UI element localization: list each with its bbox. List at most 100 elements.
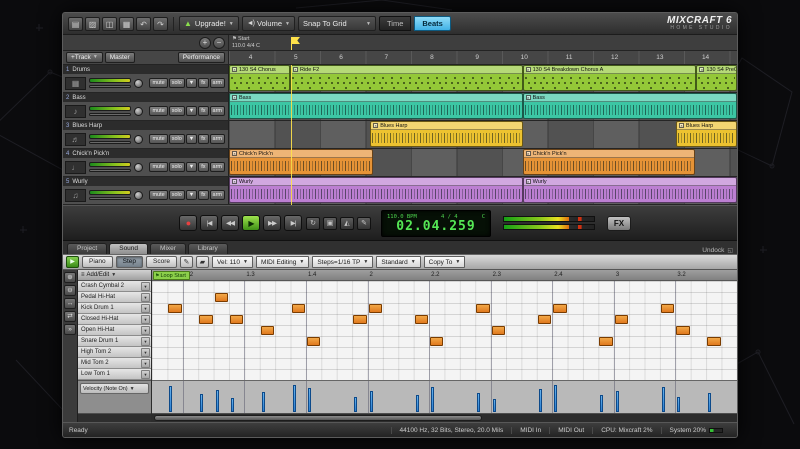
velocity-bar[interactable]	[677, 397, 680, 412]
pan-slider[interactable]	[89, 113, 131, 116]
track-arm-button[interactable]: arm	[210, 134, 225, 144]
track-solo-button[interactable]: solo	[169, 162, 185, 172]
midi-note[interactable]	[369, 304, 382, 313]
zoom-in-icon[interactable]: ⊕	[64, 272, 76, 283]
velocity-bar[interactable]	[200, 394, 203, 412]
clip-close-icon[interactable]: ×	[373, 123, 378, 128]
fx-button[interactable]: FX	[607, 216, 631, 231]
clip[interactable]: ×Ride F2	[290, 65, 523, 91]
clip-close-icon[interactable]: ×	[526, 179, 531, 184]
track-lane[interactable]: ×130 S4 Chorus×Ride F2×130 S4 Breakdown …	[229, 65, 737, 92]
track-mute-button[interactable]: mute	[149, 162, 167, 172]
track-lane[interactable]: ×Bass×Bass	[229, 93, 737, 120]
velocity-bar[interactable]	[354, 397, 357, 412]
start-marker[interactable]: ⚑Start 110.0 4/4 C	[232, 36, 260, 50]
clip-close-icon[interactable]: ×	[232, 179, 237, 184]
step-mode-button[interactable]: Step	[116, 256, 143, 268]
clip[interactable]: ×130 S4 Chorus	[229, 65, 290, 91]
midi-note[interactable]	[476, 304, 489, 313]
clip[interactable]: ×130 S4 PreC	[696, 65, 737, 91]
chevron-down-icon[interactable]: ▼	[141, 304, 150, 313]
chevron-down-icon[interactable]: ▼	[141, 348, 150, 357]
midi-note[interactable]	[353, 315, 366, 324]
clip-close-icon[interactable]: ×	[232, 95, 237, 100]
chevron-down-icon[interactable]: ▼	[141, 315, 150, 324]
automation-button[interactable]: ✎	[357, 217, 371, 230]
pan-slider[interactable]	[89, 85, 131, 88]
eraser-icon[interactable]: ▰	[196, 256, 209, 268]
tab-project[interactable]: Project	[67, 243, 107, 254]
track-mute-button[interactable]: mute	[149, 190, 167, 200]
play-button[interactable]: ▶	[242, 215, 260, 231]
track-fx-button[interactable]: fx	[198, 190, 208, 200]
track-dropdown-button[interactable]: ▼	[186, 162, 197, 172]
master-button[interactable]: Master	[105, 52, 135, 63]
midi-note[interactable]	[707, 337, 720, 346]
velocity-bar[interactable]	[616, 391, 619, 412]
velocity-bar[interactable]	[539, 389, 542, 412]
loop-button[interactable]: ↻	[306, 217, 320, 230]
note-grid[interactable]	[152, 281, 737, 380]
velocity-bar[interactable]	[216, 390, 219, 412]
clip[interactable]: ×Blues Harp	[370, 121, 522, 147]
track-lane[interactable]: ×Blues Harp×Blues Harp	[229, 121, 737, 148]
tab-mixer[interactable]: Mixer	[150, 243, 186, 254]
new-project-icon[interactable]: ▤	[68, 17, 83, 31]
track-fx-button[interactable]: fx	[198, 134, 208, 144]
clip[interactable]: ×Bass	[523, 93, 737, 119]
volume-dropdown[interactable]: ◄) Volume ▼	[242, 16, 295, 31]
track-solo-button[interactable]: solo	[169, 78, 185, 88]
velocity-bar[interactable]	[708, 393, 711, 412]
zoom-out-icon[interactable]: ⊖	[64, 285, 76, 296]
snap-to-grid-dropdown[interactable]: Snap To Grid ▼	[298, 16, 376, 31]
volume-slider[interactable]	[89, 190, 131, 195]
performance-button[interactable]: Performance	[178, 52, 225, 63]
track-solo-button[interactable]: solo	[169, 190, 185, 200]
clip-close-icon[interactable]: ×	[293, 67, 298, 72]
midi-note[interactable]	[615, 315, 628, 324]
loop-start-marker[interactable]: ⚑ Loop Start	[153, 271, 190, 280]
upgrade-button[interactable]: ▲ Upgrade! ▼	[179, 16, 239, 31]
scrollbar-handle[interactable]	[154, 415, 482, 421]
go-to-end-button[interactable]: ▶|	[284, 215, 302, 231]
piano-mode-button[interactable]: Piano	[82, 256, 113, 268]
track-solo-button[interactable]: solo	[169, 134, 185, 144]
velocity-bar[interactable]	[662, 387, 665, 412]
volume-slider[interactable]	[89, 162, 131, 167]
drum-row-label[interactable]: Crash Cymbal 2▼	[78, 281, 151, 292]
midi-note[interactable]	[199, 315, 212, 324]
pan-knob[interactable]	[134, 107, 143, 116]
save-project-icon[interactable]: ◫	[102, 17, 117, 31]
add-track-button[interactable]: +Track ▼	[66, 52, 103, 63]
clip[interactable]: ×Wurly	[523, 177, 737, 203]
clip-close-icon[interactable]: ×	[699, 67, 704, 72]
track-fx-button[interactable]: fx	[198, 106, 208, 116]
midi-note[interactable]	[553, 304, 566, 313]
track-mute-button[interactable]: mute	[149, 78, 167, 88]
video-button[interactable]: ▣	[323, 217, 337, 230]
midi-note[interactable]	[215, 293, 228, 302]
undo-icon[interactable]: ↶	[136, 17, 151, 31]
add-edit-button[interactable]: ≡ Add/Edit ▼	[78, 270, 151, 281]
velocity-bar[interactable]	[477, 393, 480, 412]
velocity-field[interactable]: Vel: 110 ▼	[212, 256, 253, 268]
drum-row-label[interactable]: Pedal Hi-Hat▼	[78, 292, 151, 303]
playhead-flag[interactable]	[291, 37, 300, 44]
preview-play-button[interactable]: ▶	[66, 256, 79, 268]
midi-note[interactable]	[292, 304, 305, 313]
beats-button[interactable]: Beats	[414, 16, 450, 31]
chevron-down-icon[interactable]: ▼	[141, 370, 150, 379]
clip[interactable]: ×Wurly	[229, 177, 523, 203]
track-lane[interactable]: ×Chick'n Pick'n×Chick'n Pick'n	[229, 149, 737, 176]
drum-row-label[interactable]: Open Hi-Hat▼	[78, 325, 151, 336]
midi-note[interactable]	[230, 315, 243, 324]
drum-row-label[interactable]: Low Tom 1▼	[78, 369, 151, 380]
midi-note[interactable]	[307, 337, 320, 346]
midi-note[interactable]	[168, 304, 181, 313]
zoom-out-button[interactable]: −	[213, 37, 225, 49]
chevron-down-icon[interactable]: ▼	[141, 282, 150, 291]
velocity-lane[interactable]	[152, 380, 737, 413]
midi-note[interactable]	[538, 315, 551, 324]
volume-slider[interactable]	[89, 134, 131, 139]
clip[interactable]: ×Bass	[229, 93, 523, 119]
